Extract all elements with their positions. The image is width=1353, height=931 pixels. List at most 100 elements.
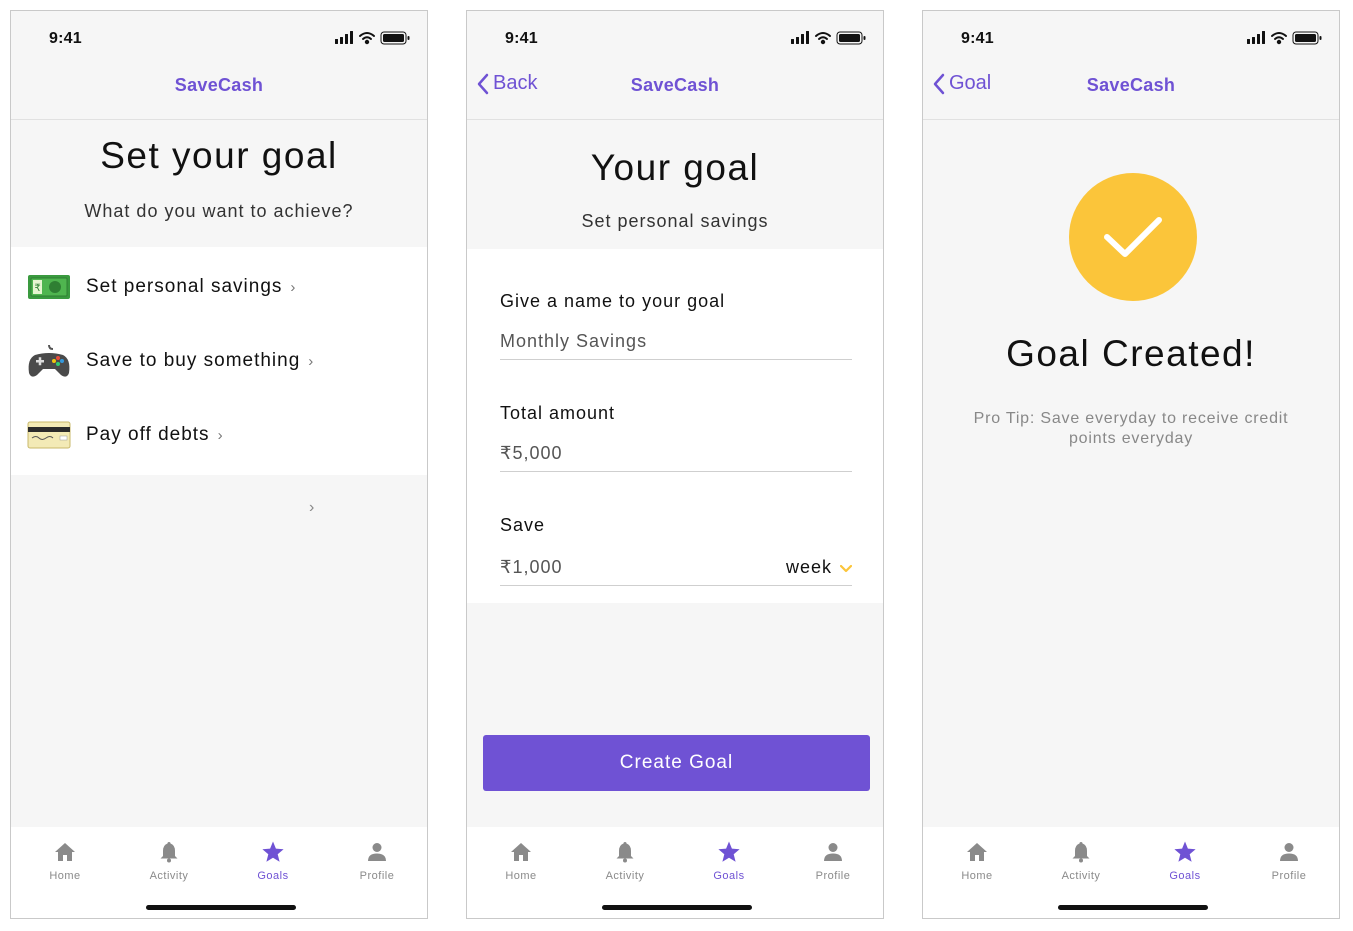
tab-label: Home [961, 870, 993, 882]
status-bar: 9:41 [923, 11, 1339, 63]
goal-name-input[interactable]: Monthly Savings [500, 331, 852, 360]
wifi-icon [359, 32, 375, 45]
tab-home[interactable]: Home [13, 839, 117, 882]
tab-label: Profile [815, 870, 851, 882]
page-title: Your goal [590, 147, 760, 188]
home-indicator [602, 905, 752, 910]
status-icons [335, 31, 411, 45]
status-bar: 9:41 [11, 11, 427, 63]
checkmark-icon [1104, 217, 1162, 257]
tab-profile[interactable]: Profile [325, 839, 427, 882]
tab-profile[interactable]: Profile [781, 839, 883, 882]
tab-label: Goals [713, 870, 745, 882]
page-subtitle: Set personal savings [581, 211, 769, 231]
nav-bar: Back SaveCash [467, 63, 883, 120]
option-save-to-buy[interactable]: Save to buy something › [11, 331, 427, 391]
chevron-right-icon: › [290, 278, 296, 296]
star-icon [221, 839, 325, 865]
cellular-signal-icon [335, 31, 353, 44]
star-icon [677, 839, 781, 865]
goal-name-value: Monthly Savings [500, 331, 648, 351]
home-indicator [1058, 905, 1208, 910]
phone-screen-your-goal: 9:41 Back SaveCash Your goal Set persona… [466, 10, 884, 919]
goal-options-list: ₹ Set personal savings › Save to buy som… [11, 247, 427, 475]
wifi-icon [815, 32, 831, 45]
app-brand: SaveCash [630, 75, 720, 95]
success-title: Goal Created! [1006, 333, 1256, 374]
cellular-signal-icon [1247, 31, 1265, 44]
nav-bar: Goal SaveCash [923, 63, 1339, 120]
option-pay-off-debts[interactable]: Pay off debts › [11, 405, 427, 465]
save-amount-value: ₹1,000 [500, 557, 563, 577]
tab-label: Profile [1271, 870, 1307, 882]
phone-screen-goal-created: 9:41 Goal SaveCash Goal Created! Pro Tip… [922, 10, 1340, 919]
frequency-select[interactable]: week [785, 557, 853, 578]
money-emoji-icon: ₹ [26, 264, 72, 310]
person-icon [781, 839, 883, 865]
phone-screen-set-goal: 9:41 SaveCash Set your goal What do you … [10, 10, 428, 919]
svg-text:₹: ₹ [34, 283, 40, 294]
tab-activity[interactable]: Activity [1029, 839, 1133, 882]
total-amount-value: ₹5,000 [500, 443, 563, 463]
tab-label: Home [505, 870, 537, 882]
save-label: Save [500, 515, 546, 535]
bell-icon [573, 839, 677, 865]
person-icon [1237, 839, 1339, 865]
home-icon [469, 839, 573, 865]
chevron-right-icon: › [217, 426, 223, 444]
tab-activity[interactable]: Activity [573, 839, 677, 882]
bell-icon [1029, 839, 1133, 865]
chevron-right-icon: › [308, 352, 314, 370]
pro-tip-text: Pro Tip: Save everyday to receive credit… [973, 410, 1289, 447]
wifi-icon [1271, 32, 1287, 45]
nav-bar: SaveCash [11, 63, 427, 120]
chevron-right-icon: › [309, 499, 315, 516]
app-brand: SaveCash [1086, 75, 1176, 95]
total-amount-input[interactable]: ₹5,000 [500, 443, 852, 472]
tab-label: Home [49, 870, 81, 882]
goal-name-label: Give a name to your goal [500, 291, 726, 311]
create-goal-button[interactable]: Create Goal [483, 735, 870, 791]
bell-icon [117, 839, 221, 865]
tab-home[interactable]: Home [469, 839, 573, 882]
total-amount-label: Total amount [500, 403, 616, 423]
status-icons [791, 31, 867, 45]
tab-goals[interactable]: Goals [677, 839, 781, 882]
status-time: 9:41 [49, 30, 82, 47]
home-indicator [146, 905, 296, 910]
page-subtitle: What do you want to achieve? [84, 201, 354, 221]
tab-label: Activity [149, 870, 189, 882]
battery-icon [836, 31, 866, 45]
home-icon [925, 839, 1029, 865]
chevron-down-icon [839, 557, 853, 578]
tab-home[interactable]: Home [925, 839, 1029, 882]
tab-goals[interactable]: Goals [221, 839, 325, 882]
star-icon [1133, 839, 1237, 865]
frequency-value: week [785, 557, 832, 577]
battery-icon [380, 31, 410, 45]
tab-label: Profile [359, 870, 395, 882]
game-controller-icon [26, 338, 72, 384]
tab-activity[interactable]: Activity [117, 839, 221, 882]
cellular-signal-icon [791, 31, 809, 44]
tab-label: Activity [605, 870, 645, 882]
status-time: 9:41 [961, 30, 994, 47]
hero-section: Your goal Set personal savings [467, 147, 883, 232]
save-amount-input[interactable]: ₹1,000 week [500, 557, 853, 586]
goal-form: Give a name to your goal Monthly Savings… [467, 249, 883, 603]
tab-label: Goals [1169, 870, 1201, 882]
credit-card-icon [26, 412, 72, 458]
option-set-personal-savings[interactable]: ₹ Set personal savings › [11, 257, 427, 317]
tab-label: Goals [257, 870, 289, 882]
tab-label: Activity [1061, 870, 1101, 882]
page-title: Set your goal [100, 135, 338, 176]
app-brand: SaveCash [174, 75, 264, 95]
home-icon [13, 839, 117, 865]
battery-icon [1292, 31, 1322, 45]
hero-section: Set your goal What do you want to achiev… [11, 135, 427, 222]
tab-profile[interactable]: Profile [1237, 839, 1339, 882]
person-icon [325, 839, 427, 865]
option-label: Set personal savings [86, 276, 283, 297]
status-icons [1247, 31, 1323, 45]
tab-goals[interactable]: Goals [1133, 839, 1237, 882]
